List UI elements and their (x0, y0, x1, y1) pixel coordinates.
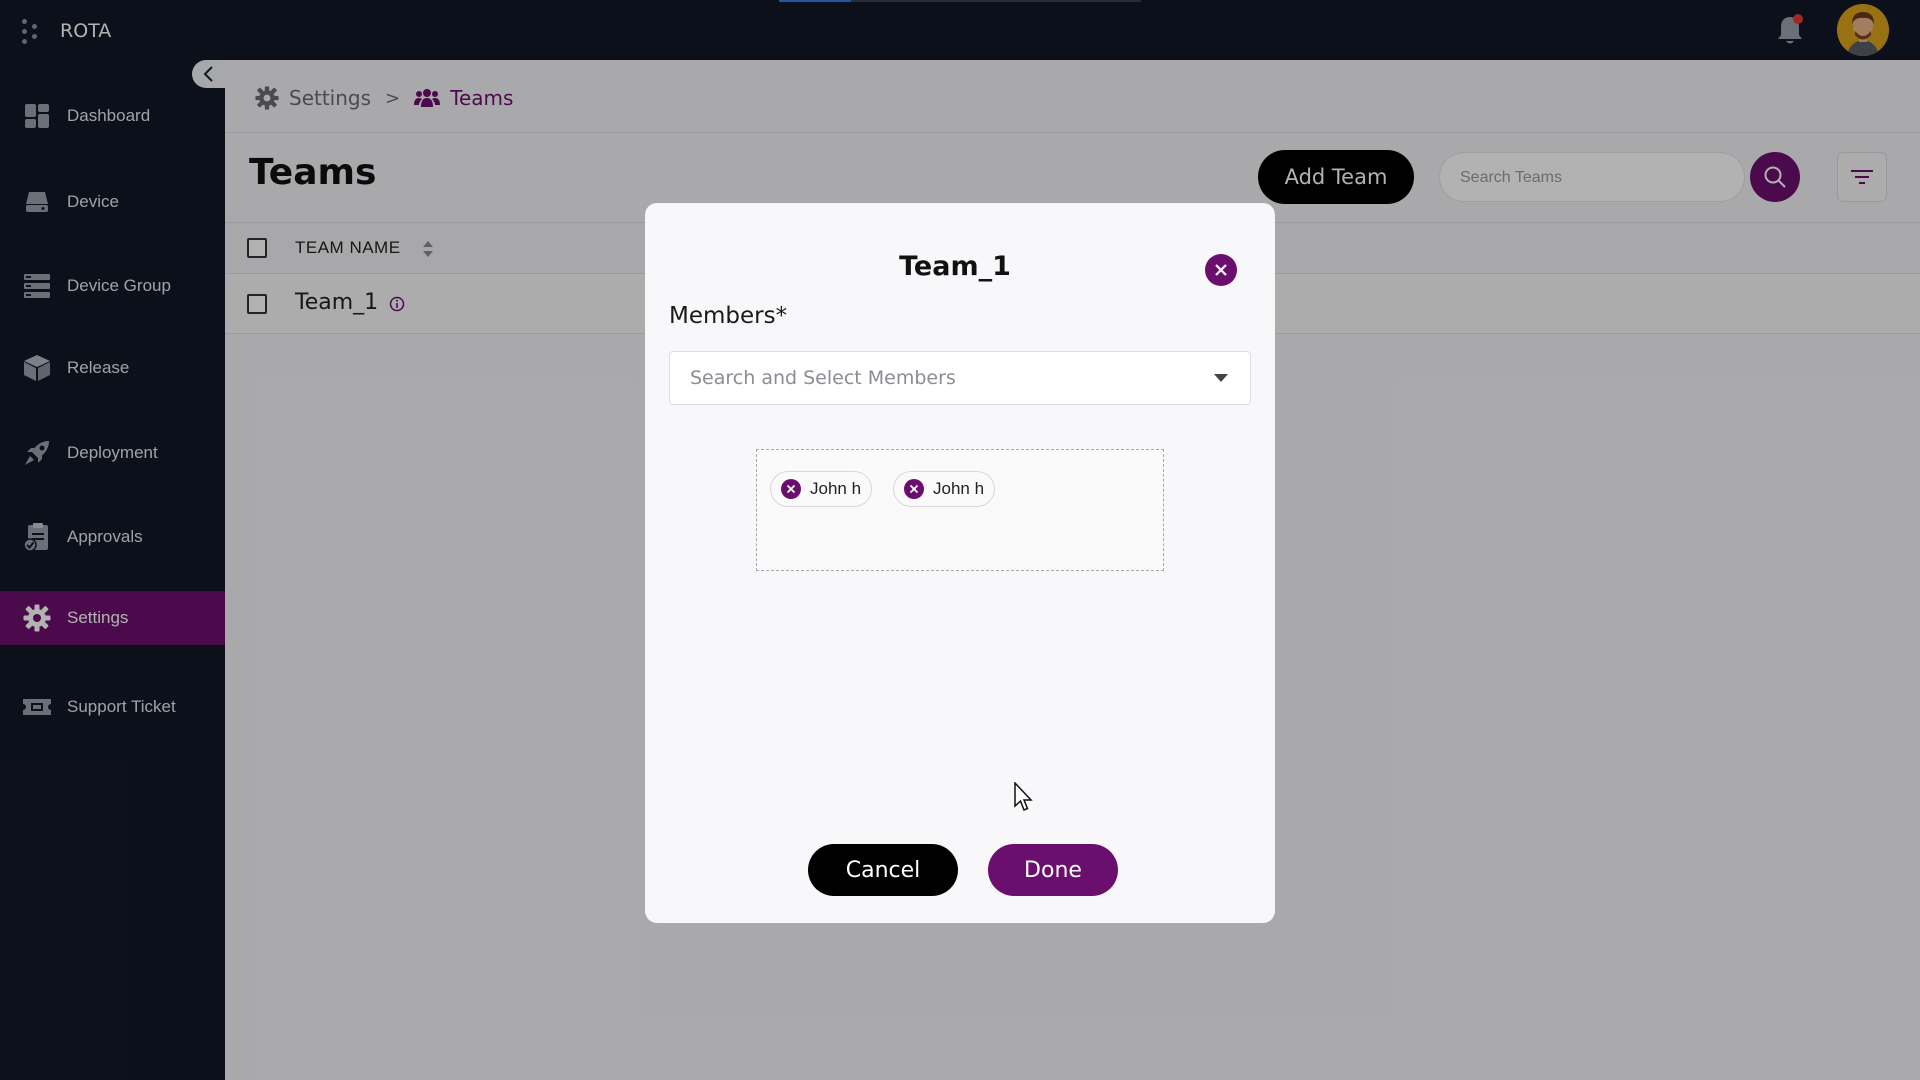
selected-members-box: John h John h (756, 449, 1164, 571)
members-label: Members* (669, 303, 788, 329)
cancel-button[interactable]: Cancel (808, 844, 958, 896)
member-chip: John h (770, 471, 873, 507)
mouse-cursor-icon (1014, 782, 1033, 811)
chevron-down-icon[interactable] (1214, 374, 1228, 382)
modal-title: Team_1 (899, 251, 1011, 282)
team-members-modal: Team_1 Members* Search and Select Member… (645, 203, 1275, 923)
member-chip-label: John h (933, 479, 985, 498)
remove-member-icon[interactable] (781, 479, 801, 499)
done-button[interactable]: Done (988, 844, 1118, 896)
members-select[interactable]: Search and Select Members (669, 351, 1251, 405)
close-icon (1215, 264, 1227, 276)
member-chip-label: John h (810, 479, 862, 498)
remove-member-icon[interactable] (904, 479, 924, 499)
modal-close-button[interactable] (1205, 254, 1237, 286)
members-select-placeholder: Search and Select Members (690, 367, 956, 389)
member-chip: John h (893, 471, 996, 507)
